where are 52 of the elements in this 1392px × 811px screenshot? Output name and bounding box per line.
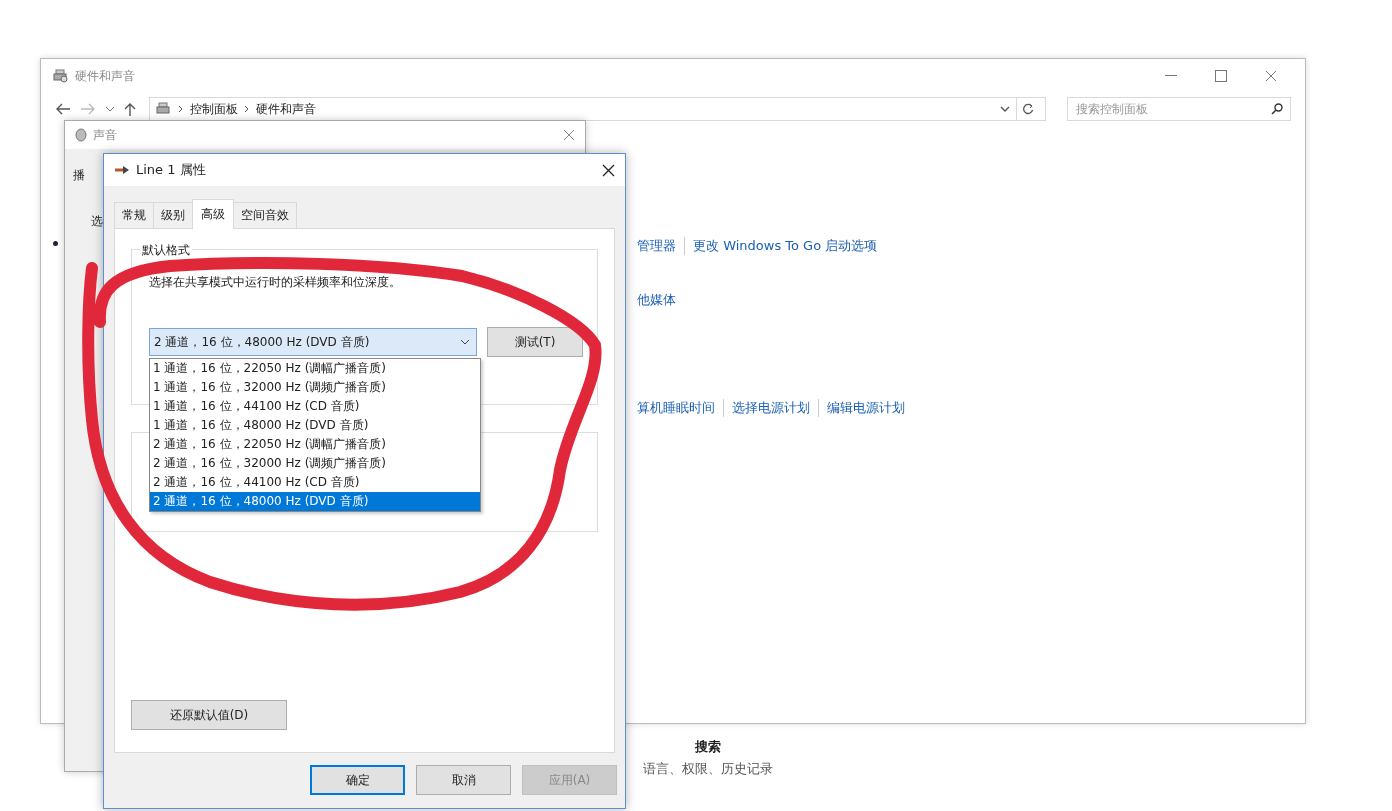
chevron-down-icon[interactable] [105, 106, 115, 112]
settings-link[interactable]: 更改 Windows To Go 启动选项 [684, 237, 886, 255]
restore-defaults-button[interactable]: 还原默认值(D) [131, 700, 287, 730]
search-icon [1271, 103, 1283, 115]
tab[interactable]: 高级 [192, 199, 234, 229]
window-title: 声音 [93, 126, 117, 144]
speaker-icon [75, 128, 87, 142]
chevron-down-icon [460, 339, 470, 345]
dialog-button[interactable]: 确定 [310, 765, 405, 795]
window-title: Line 1 属性 [136, 161, 206, 179]
window-title: 硬件和声音 [75, 67, 135, 85]
group-label: 默认格式 [140, 242, 192, 259]
back-icon[interactable] [55, 103, 71, 115]
refresh-icon [1022, 103, 1034, 115]
close-icon [1265, 70, 1277, 82]
dropdown-option[interactable]: 1 通道，16 位，48000 Hz (DVD 音质) [150, 416, 480, 435]
close-icon[interactable] [602, 163, 615, 177]
settings-link[interactable]: 他媒体 [629, 291, 684, 309]
settings-link[interactable]: 选择电源计划 [723, 399, 818, 417]
dropdown-option[interactable]: 2 通道，16 位，32000 Hz (调频广播音质) [150, 454, 480, 473]
settings-link[interactable]: 算机睡眠时间 [629, 399, 723, 417]
breadcrumb-item[interactable]: 控制面板 [190, 100, 238, 118]
dropdown-option[interactable]: 2 通道，16 位，48000 Hz (DVD 音质) [150, 492, 480, 511]
section-description: 语言、权限、历史记录 [643, 760, 773, 778]
label: 选 [91, 213, 103, 230]
description-text: 选择在共享模式中运行时的采样频率和位深度。 [149, 274, 402, 291]
search-field[interactable]: 搜索控制面板 [1067, 97, 1291, 121]
dropdown-option[interactable]: 1 通道，16 位，32000 Hz (调频广播音质) [150, 378, 480, 397]
up-icon[interactable] [124, 102, 136, 116]
format-dropdown[interactable]: 2 通道，16 位，48000 Hz (DVD 音质) [149, 328, 477, 356]
bullet-icon [53, 241, 58, 246]
section-heading[interactable]: 搜索 [695, 738, 721, 756]
plug-icon [114, 165, 130, 175]
dropdown-option[interactable]: 2 通道，16 位，22050 Hz (调幅广播音质) [150, 435, 480, 454]
minimize-icon [1165, 75, 1177, 77]
printer-icon [156, 102, 172, 116]
chevron-down-icon[interactable] [1000, 106, 1010, 112]
tab[interactable]: 播 [73, 167, 85, 184]
chevron-right-icon [244, 105, 250, 113]
maximize-icon [1215, 70, 1227, 82]
printer-icon [53, 69, 69, 83]
test-button[interactable]: 测试(T) [487, 327, 583, 357]
breadcrumb-item[interactable]: 硬件和声音 [256, 100, 316, 118]
settings-link[interactable]: 编辑电源计划 [818, 399, 913, 417]
dropdown-option[interactable]: 1 通道，16 位，22050 Hz (调幅广播音质) [150, 359, 480, 378]
settings-link[interactable]: 管理器 [629, 237, 684, 255]
tab[interactable]: 常规 [114, 202, 154, 228]
dropdown-option[interactable]: 2 通道，16 位，44100 Hz (CD 音质) [150, 473, 480, 492]
chevron-right-icon [178, 105, 184, 113]
dialog-button[interactable]: 取消 [416, 765, 511, 795]
dropdown-option[interactable]: 1 通道，16 位，44100 Hz (CD 音质) [150, 397, 480, 416]
tab[interactable]: 空间音效 [233, 202, 297, 228]
